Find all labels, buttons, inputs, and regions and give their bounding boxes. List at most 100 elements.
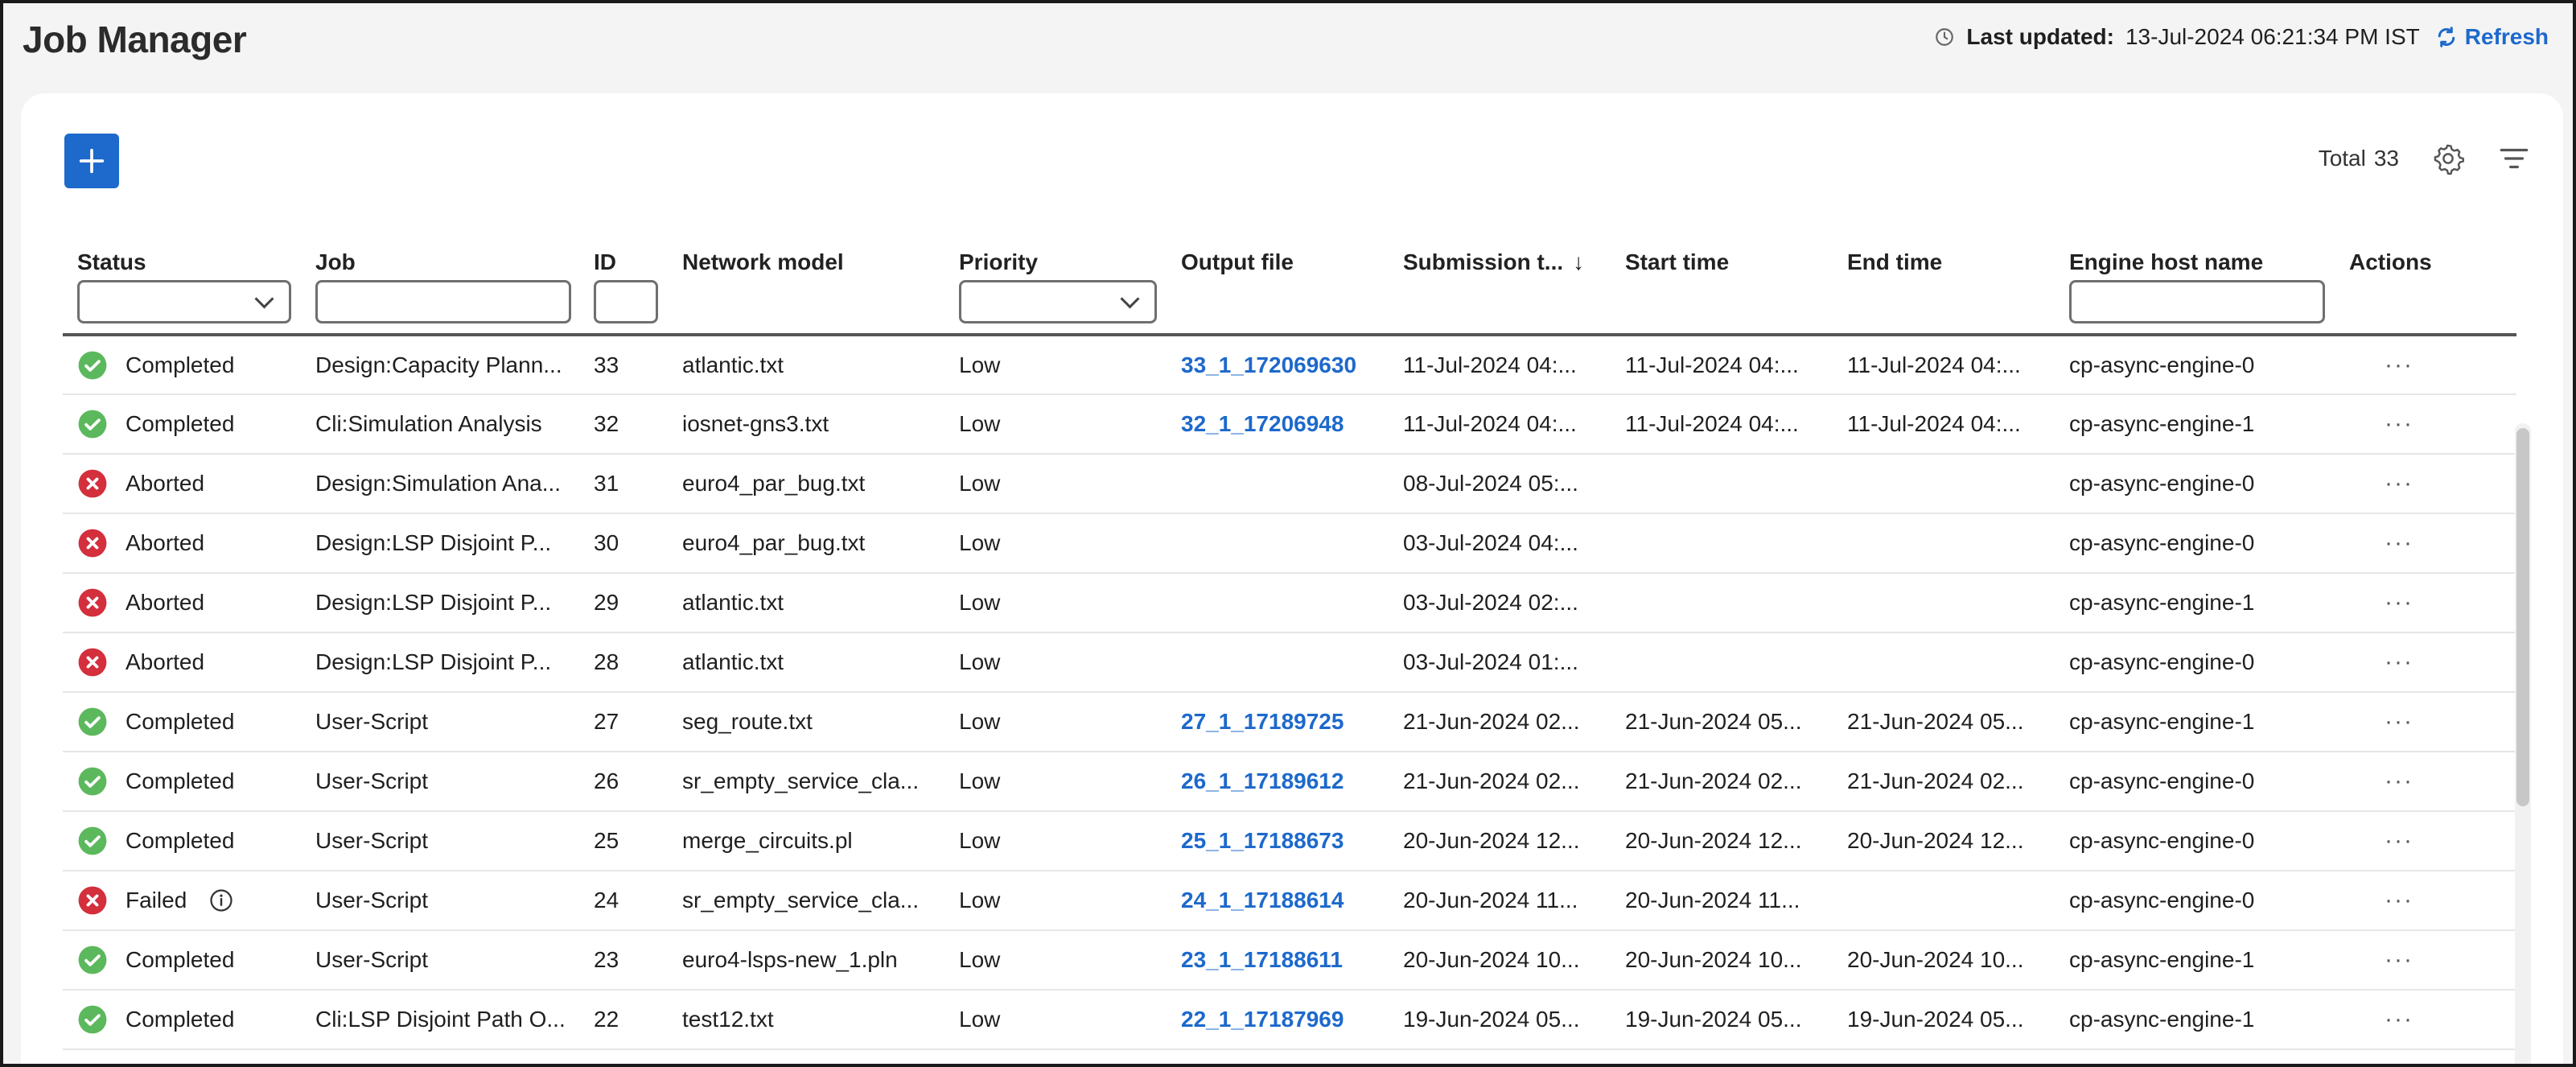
priority-cell: Low [944,573,1167,633]
status-text: Completed [126,1007,235,1032]
table-row[interactable]: Aborted Design:LSP Disjoint P... 28 atlanti… [63,632,2516,693]
more-actions-icon[interactable]: ··· [2349,470,2413,496]
col-output-file[interactable]: Output file [1167,230,1389,275]
table-row[interactable]: Completed User-Script 26 sr_empty_service_c… [63,752,2516,812]
refresh-icon [2438,27,2455,47]
more-actions-icon[interactable]: ··· [2349,649,2413,675]
engine-host-cell: cp-async-engine-1 [2055,692,2335,752]
add-job-button[interactable] [64,134,119,188]
network-model-cell: euro4_par_bug.txt [668,513,944,574]
check-circle-icon [78,351,107,379]
output-file-link[interactable]: 22_1_17187969 [1181,1007,1344,1032]
table-row[interactable]: Aborted Design:Simulation Ana... 31 euro4_p… [63,454,2516,514]
job-cell: Design:LSP Disjoint P... [301,513,579,574]
more-actions-icon[interactable]: ··· [2349,887,2413,913]
table-row[interactable]: Completed Cli:Simulation Analysis 32 iosnet… [63,394,2516,455]
jobs-card: Total 33 Status Job ID Network model Pri… [21,93,2563,1064]
more-actions-icon[interactable]: ··· [2349,529,2413,556]
output-file-cell: 25_1_17188673 [1167,811,1389,871]
col-priority[interactable]: Priority [944,230,1167,275]
table-row[interactable]: Aborted Design:LSP Disjoint P... 30 euro4_p… [63,513,2516,574]
refresh-label: Refresh [2464,24,2549,49]
priority-cell: Low [944,930,1167,991]
more-actions-icon[interactable]: ··· [2349,768,2413,794]
table-row[interactable]: Completed Cli:LSP Disjoint Path O... 22 tes… [63,990,2516,1050]
actions-cell: ··· [2335,871,2516,931]
status-wrap: Completed [77,409,294,439]
job-filter-input[interactable] [315,280,571,323]
engine-host-cell: cp-async-engine-1 [2055,394,2335,455]
table-row[interactable]: Completed User-Script 25 merge_circuits.pl L… [63,811,2516,871]
status-text: Completed [126,947,235,972]
more-actions-icon[interactable]: ··· [2349,827,2413,854]
status-wrap: Aborted [77,587,294,618]
table-row[interactable]: Completed User-Script 27 seg_route.txt Low 27… [63,692,2516,752]
output-file-link[interactable]: 24_1_17188614 [1181,888,1344,913]
status-cell: Completed [63,394,301,455]
network-model-cell: merge_circuits.pl [668,811,944,871]
table-scrollbar[interactable] [2515,423,2531,1064]
engine-host-cell: cp-async-engine-1 [2055,930,2335,991]
col-status[interactable]: Status [63,230,301,275]
col-engine-host[interactable]: Engine host name [2055,230,2335,275]
submission-time-cell: 21-Jun-2024 02... [1389,692,1611,752]
status-wrap: Completed [77,766,294,797]
end-time-cell: 20-Jun-2024 10... [1833,930,2055,991]
gear-icon[interactable] [2431,142,2465,175]
output-file-link[interactable]: 26_1_17189612 [1181,768,1344,793]
info-icon[interactable] [209,888,233,913]
priority-cell: Low [944,990,1167,1050]
submission-time-cell: 20-Jun-2024 12... [1389,811,1611,871]
col-job[interactable]: Job [301,230,579,275]
col-end-time[interactable]: End time [1833,230,2055,275]
col-network-model[interactable]: Network model [668,230,944,275]
table-row[interactable]: Failed User-Script 24 sr_empty_service_cla.… [63,871,2516,931]
id-filter-input[interactable] [594,280,658,323]
check-circle-icon [78,767,107,796]
last-updated: Last updated: 13-Jul-2024 06:21:34 PM IS… [1934,24,2549,50]
table-row[interactable]: Completed Design:Capacity Plann... 33 atlan… [63,335,2516,395]
output-file-cell: 27_1_17189725 [1167,692,1389,752]
output-file-link[interactable]: 33_1_172069630 [1181,352,1356,377]
more-actions-icon[interactable]: ··· [2349,352,2413,378]
filter-icon[interactable] [2497,142,2531,175]
submission-time-cell: 08-Jul-2024 05:... [1389,454,1611,514]
table-tools: Total 33 [2319,142,2531,175]
host-filter-input[interactable] [2069,280,2325,323]
status-wrap: Aborted [77,468,294,499]
output-file-link[interactable]: 23_1_17188611 [1181,947,1343,972]
priority-cell: Low [944,335,1167,395]
priority-filter-select[interactable] [959,280,1157,323]
engine-host-cell: cp-async-engine-0 [2055,811,2335,871]
refresh-button[interactable]: Refresh [2434,24,2549,50]
priority-cell: Low [944,811,1167,871]
more-actions-icon[interactable]: ··· [2349,410,2413,437]
more-actions-icon[interactable]: ··· [2349,589,2413,616]
start-time-cell: 21-Jun-2024 02... [1611,752,1833,812]
error-circle-icon [78,469,107,498]
table-row[interactable]: Aborted Design:LSP Disjoint P... 29 atlanti… [63,573,2516,633]
clock-icon [1936,28,1954,46]
output-file-link[interactable]: 25_1_17188673 [1181,828,1344,853]
table-row[interactable]: Completed User-Script 23 euro4-lsps-new_1.p… [63,930,2516,991]
more-actions-icon[interactable]: ··· [2349,708,2413,735]
start-time-cell: 21-Jun-2024 05... [1611,692,1833,752]
status-text: Completed [126,768,235,793]
col-submission-time[interactable]: Submission t... ↓ [1389,230,1611,275]
col-id[interactable]: ID [579,230,668,275]
scroll-thumb[interactable] [2516,428,2529,806]
id-cell: 22 [579,990,668,1050]
col-start-time[interactable]: Start time [1611,230,1833,275]
network-model-cell: iosnet-gns3.txt [668,394,944,455]
output-file-link[interactable]: 32_1_17206948 [1181,411,1344,436]
status-filter-select[interactable] [77,280,291,323]
more-actions-icon[interactable]: ··· [2349,1006,2413,1032]
more-actions-icon[interactable]: ··· [2349,946,2413,973]
output-file-cell: 33_1_172069630 [1167,335,1389,395]
status-text: Aborted [126,590,205,615]
id-cell: 31 [579,454,668,514]
actions-cell: ··· [2335,394,2516,455]
id-cell: 23 [579,930,668,991]
submission-time-cell: 03-Jul-2024 01:... [1389,632,1611,693]
output-file-link[interactable]: 27_1_17189725 [1181,709,1344,734]
